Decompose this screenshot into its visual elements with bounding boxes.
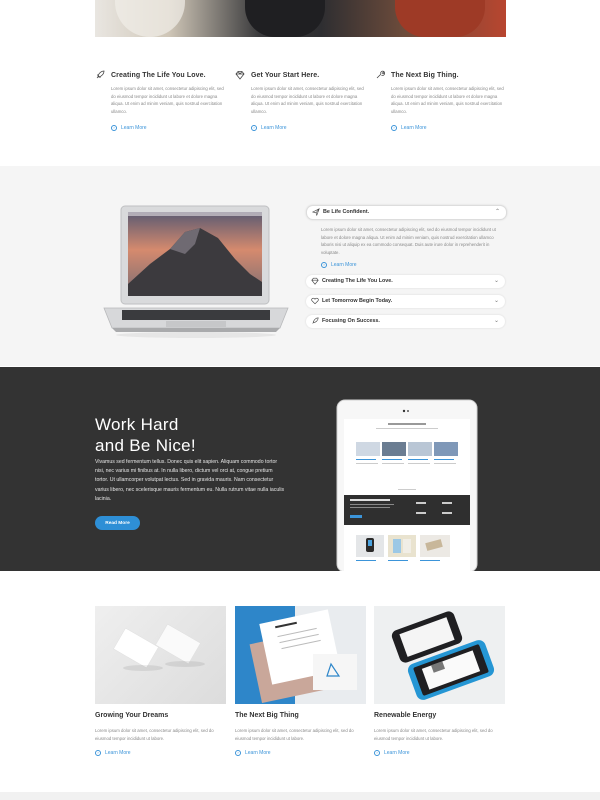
promo-heading: Work Hard and Be Nice! <box>95 414 196 456</box>
learn-more-link[interactable]: › Learn More <box>251 125 287 131</box>
stationery-image <box>235 606 366 704</box>
card-image <box>95 606 226 704</box>
learn-more-link[interactable]: › Learn More <box>321 262 357 268</box>
heart-icon <box>311 297 319 305</box>
card-text: Lorem ipsum dolor sit amet, consectetur … <box>235 728 354 741</box>
accordion-text: Lorem ipsum dolor sit amet, consectetur … <box>321 227 496 255</box>
arrow-circle-icon: › <box>95 750 101 756</box>
accordion-item[interactable]: Focusing On Success. ⌄ <box>306 315 505 328</box>
learn-more-label: Learn More <box>401 125 427 131</box>
hero-figure-right <box>395 0 485 37</box>
feature-text: Lorem ipsum dolor sit amet, consectetur … <box>251 86 364 114</box>
learn-more-label: Learn More <box>331 262 357 268</box>
learn-more-link[interactable]: › Learn More <box>374 750 410 756</box>
accordion-item-open[interactable]: Be Life Confident. ⌃ <box>306 205 507 220</box>
learn-more-label: Learn More <box>245 750 271 756</box>
learn-more-link[interactable]: › Learn More <box>391 125 427 131</box>
arrow-circle-icon: › <box>391 125 397 131</box>
chevron-down-icon: ⌄ <box>493 278 499 284</box>
wrench-icon <box>376 70 385 79</box>
learn-more-link[interactable]: › Learn More <box>111 125 147 131</box>
accordion-label: Creating The Life You Love. <box>322 278 393 284</box>
feature-title: Get Your Start Here. <box>251 72 320 79</box>
chevron-up-icon: ⌃ <box>494 209 500 215</box>
promo-section <box>0 367 600 571</box>
chevron-down-icon: ⌄ <box>493 298 499 304</box>
hero-figure-left <box>115 0 185 37</box>
arrow-circle-icon: › <box>374 750 380 756</box>
accordion-label: Let Tomorrow Begin Today. <box>322 298 393 304</box>
card-title: Growing Your Dreams <box>95 712 169 719</box>
feature-title: Creating The Life You Love. <box>111 72 206 79</box>
promo-heading-line: and Be Nice! <box>95 436 196 455</box>
arrow-circle-icon: › <box>235 750 241 756</box>
promo-heading-line: Work Hard <box>95 415 179 434</box>
card-title: Renewable Energy <box>374 712 437 719</box>
hero-figure-center <box>245 0 325 37</box>
learn-more-label: Learn More <box>384 750 410 756</box>
card-image <box>235 606 366 704</box>
card-image <box>374 606 505 704</box>
diamond-icon <box>311 277 319 285</box>
diamond-icon <box>235 71 245 80</box>
learn-more-label: Learn More <box>261 125 287 131</box>
accordion-label: Be Life Confident. <box>323 209 370 215</box>
feature-text: Lorem ipsum dolor sit amet, consectetur … <box>111 86 224 114</box>
accordion-label: Focusing On Success. <box>322 318 380 324</box>
learn-more-label: Learn More <box>121 125 147 131</box>
promo-text: Vivamus sed fermentum tellus. Donec quis… <box>95 459 285 502</box>
accordion-section <box>0 166 600 366</box>
tablet-image <box>336 399 478 571</box>
arrow-circle-icon: › <box>111 125 117 131</box>
chevron-down-icon: ⌄ <box>493 318 499 324</box>
learn-more-link[interactable]: › Learn More <box>95 750 131 756</box>
card-title: The Next Big Thing <box>235 712 299 719</box>
feature-column: Creating The Life You Love. Lorem ipsum … <box>95 70 224 140</box>
learn-more-link[interactable]: › Learn More <box>235 750 271 756</box>
learn-more-label: Learn More <box>105 750 131 756</box>
footer-strip <box>0 792 600 800</box>
arrow-circle-icon: › <box>251 125 257 131</box>
rocket-icon <box>312 317 319 324</box>
arrow-circle-icon: › <box>321 262 327 268</box>
accordion-item[interactable]: Creating The Life You Love. ⌄ <box>306 275 505 288</box>
paper-plane-icon <box>312 208 320 216</box>
feature-column: Get Your Start Here. Lorem ipsum dolor s… <box>235 70 364 140</box>
hero-image <box>95 0 506 37</box>
business-cards-image <box>113 623 205 671</box>
feature-title: The Next Big Thing. <box>391 72 459 79</box>
feature-text: Lorem ipsum dolor sit amet, consectetur … <box>391 86 504 114</box>
feature-column: The Next Big Thing. Lorem ipsum dolor si… <box>375 70 504 140</box>
rocket-icon <box>96 70 105 79</box>
card-text: Lorem ipsum dolor sit amet, consectetur … <box>374 728 493 741</box>
phones-image <box>374 606 505 704</box>
laptop-image <box>103 205 289 338</box>
card-text: Lorem ipsum dolor sit amet, consectetur … <box>95 728 214 741</box>
read-more-button[interactable]: Read More <box>95 516 140 530</box>
accordion-item[interactable]: Let Tomorrow Begin Today. ⌄ <box>306 295 505 308</box>
